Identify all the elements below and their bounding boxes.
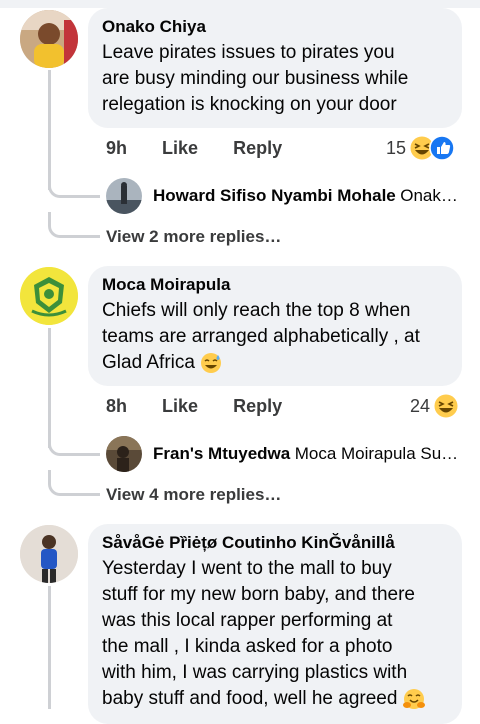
reply-button[interactable]: Reply [233,396,282,416]
comment-text: Yesterday I went to the mall to buy stuf… [102,556,448,712]
reply-author: Fran's Mtuyedwa [153,444,291,463]
comment-line: stuff for my new born baby, and there [102,584,415,605]
comment-line: Yesterday I went to the mall to buy [102,558,392,579]
comment-time: 9h [106,138,128,158]
comment-line: teams are arranged alphabetically , at [102,326,420,347]
view-more-replies[interactable]: View 2 more replies… [106,227,281,247]
reply-button[interactable]: Reply [233,138,282,158]
thread-line [48,70,51,190]
comment-line: was this local rapper performing at [102,610,393,631]
thread-line [48,586,51,709]
thread-connector [48,434,100,456]
thread-connector [48,470,100,496]
thread-connector [48,212,100,238]
comment-time: 8h [106,396,128,416]
reply-author: Howard Sifiso Nyambi Mohale [153,186,396,205]
thread-line [48,328,51,448]
reaction-count: 24 [410,395,431,416]
thread-connector [48,176,100,198]
reply-avatar-photo [106,436,142,472]
comment-bubble: SåvåGė Pȑiėțø Coutinho KinĞvånillå Yeste… [88,524,462,724]
like-button[interactable]: Like [162,396,198,416]
comment-line: the mall , I kinda asked for a photo [102,636,393,657]
comment-bubble: Moca Moirapula Chiefs will only reach th… [88,266,462,386]
reply-snippet: Onak… [400,186,458,205]
comment-actions: 8h Like Reply [106,396,312,417]
comment-line: Glad Africa [102,350,448,376]
reply-avatar[interactable] [106,178,142,214]
laugh-emoji-icon [433,393,459,419]
view-more-replies[interactable]: View 4 more replies… [106,485,281,505]
reply-avatar[interactable] [106,436,142,472]
sweat-smile-emoji-icon [201,352,222,373]
comment-line-text: Glad Africa [102,352,195,373]
comment-line: baby stuff and food, well he agreed [102,686,448,712]
avatar-onako[interactable] [20,10,78,68]
comment-line: Leave pirates issues to pirates you [102,42,395,63]
avatar-photo [20,10,78,68]
avatar-photo [20,525,78,583]
comment-text: Chiefs will only reach the top 8 when te… [102,298,448,376]
reaction-summary[interactable]: 24 [410,392,459,420]
reaction-count: 15 [386,137,407,158]
comment-line: relegation is knocking on your door [102,94,397,115]
comment-line: Chiefs will only reach the top 8 when [102,300,411,321]
reply-snippet: Moca Moirapula Su… [294,444,459,463]
comment-author[interactable]: SåvåGė Pȑiėțø Coutinho KinĞvånillå [102,532,448,554]
like-button[interactable]: Like [162,138,198,158]
comment-bubble: Onako Chiya Leave pirates issues to pira… [88,8,462,128]
comment-author[interactable]: Onako Chiya [102,16,448,38]
comment-text: Leave pirates issues to pirates you are … [102,40,448,118]
like-icon [429,135,455,161]
reply-avatar-photo [106,178,142,214]
avatar-moca[interactable] [20,267,78,325]
comment-line: are busy minding our business while [102,68,409,89]
reaction-summary[interactable]: 15 [386,134,455,162]
comment-line: with him, I was carrying plastics with [102,662,408,683]
top-divider [0,0,480,8]
hugging-emoji-icon [402,688,425,709]
reply-preview[interactable]: Howard Sifiso Nyambi Mohale Onak… [153,186,458,206]
comment-line-text: baby stuff and food, well he agreed [102,688,398,709]
comment-author[interactable]: Moca Moirapula [102,274,448,296]
reply-preview[interactable]: Fran's Mtuyedwa Moca Moirapula Su… [153,444,458,464]
comment-actions: 9h Like Reply [106,138,312,159]
avatar-savage[interactable] [20,525,78,583]
club-crest-avatar [20,267,78,325]
